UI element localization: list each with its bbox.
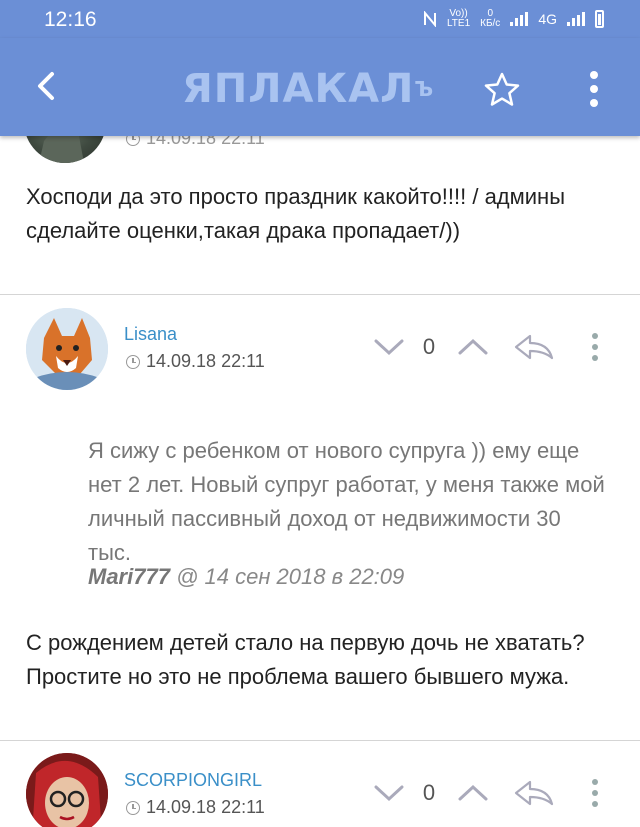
post-author[interactable]: SCORPIONGIRL	[124, 770, 262, 791]
post-date: 14.09.18 22:11	[126, 797, 265, 818]
reply-arrow-icon[interactable]	[512, 332, 556, 362]
favorite-star-icon[interactable]	[482, 70, 522, 110]
vote-up-icon[interactable]	[456, 336, 490, 358]
app-logo-mark: Ъ	[414, 77, 435, 101]
back-arrow-icon[interactable]	[30, 68, 66, 104]
volte-indicator: Vo)) LTE1	[447, 9, 470, 29]
vote-count: 0	[422, 334, 436, 359]
quote-source: Mari777 @ 14 сен 2018 в 22:09	[88, 564, 404, 590]
status-icons: Vo)) LTE1 0 КБ/с 4G	[423, 9, 604, 29]
divider	[0, 740, 640, 741]
post-text: С рождением детей стало на первую дочь н…	[26, 630, 585, 689]
volte-bottom-label: LTE1	[446, 18, 471, 29]
post-date-text: 14.09.18 22:11	[146, 797, 265, 817]
app-logo-text: ЯПЛАКАЛ	[182, 66, 415, 112]
vote-up-icon[interactable]	[456, 782, 490, 804]
nfc-icon	[423, 11, 437, 27]
post-text: Хосподи да это просто праздник какойто!!…	[26, 184, 566, 243]
divider	[0, 294, 640, 295]
avatar[interactable]	[24, 136, 106, 163]
quote-author[interactable]: Mari777	[88, 564, 170, 589]
comments-list: 14.09.18 22:11 Хосподи да это просто пра…	[0, 136, 640, 827]
vote-controls: 0	[372, 778, 600, 808]
status-time: 12:16	[44, 8, 97, 31]
signal-bars-icon-2	[567, 12, 585, 26]
status-bar: 12:16 Vo)) LTE1 0 КБ/с 4G	[0, 0, 640, 38]
post-date: 14.09.18 22:11	[126, 136, 265, 149]
post-author[interactable]: Lisana	[124, 324, 177, 345]
clock-icon	[126, 354, 140, 369]
post-menu-icon[interactable]	[590, 332, 600, 362]
post-date: 14.09.18 22:11	[126, 351, 265, 372]
network-type: 4G	[538, 11, 557, 27]
vote-down-icon[interactable]	[372, 782, 406, 804]
quote-text: Я сижу с ребенком от нового супруга )) е…	[88, 438, 605, 565]
more-options-icon[interactable]	[584, 68, 604, 110]
app-bar: ЯПЛАКАЛЪ	[0, 38, 640, 136]
reply-arrow-icon[interactable]	[512, 778, 556, 808]
network-speed-unit: КБ/с	[480, 18, 501, 29]
vote-count: 0	[422, 780, 436, 805]
clock-icon	[126, 800, 140, 815]
app-logo: ЯПЛАКАЛЪ	[182, 68, 434, 110]
vote-down-icon[interactable]	[372, 336, 406, 358]
battery-icon	[595, 10, 604, 28]
post-menu-icon[interactable]	[590, 778, 600, 808]
post-date-text: 14.09.18 22:11	[146, 136, 265, 148]
clock-icon	[126, 136, 140, 146]
network-speed: 0 КБ/с	[480, 9, 500, 29]
avatar[interactable]	[26, 753, 108, 827]
avatar[interactable]	[26, 308, 108, 390]
vote-controls: 0	[372, 332, 600, 362]
post-date-text: 14.09.18 22:11	[146, 351, 265, 371]
quote-meta: @ 14 сен 2018 в 22:09	[176, 564, 405, 589]
signal-bars-icon	[510, 12, 529, 26]
